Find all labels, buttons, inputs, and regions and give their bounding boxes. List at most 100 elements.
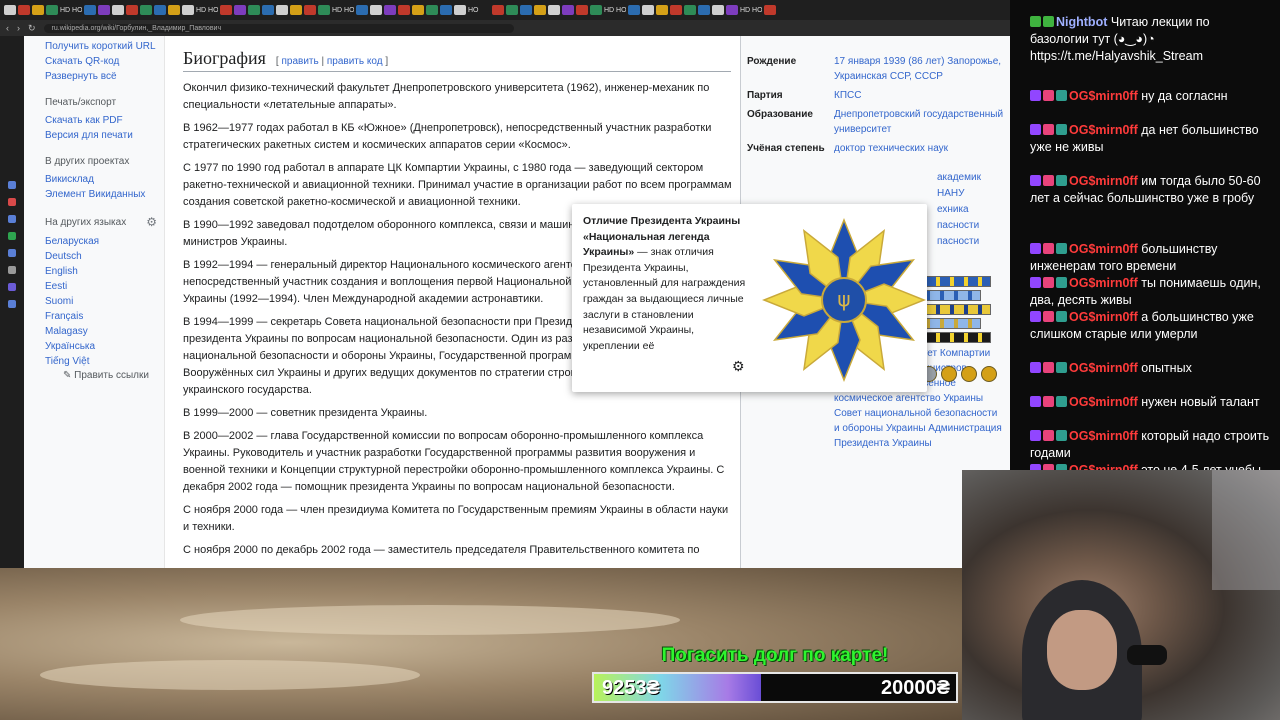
- side-app-icon[interactable]: [8, 300, 16, 308]
- side-app-icon[interactable]: [8, 283, 16, 291]
- infobox-partial-line[interactable]: пасности: [937, 234, 1010, 250]
- tab-favicon[interactable]: [46, 5, 58, 15]
- chat-username[interactable]: Nightbot: [1056, 15, 1107, 29]
- infobox-value[interactable]: Днепропетровский государственный универс…: [834, 107, 1004, 137]
- tab-favicon[interactable]: [764, 5, 776, 15]
- tab-favicon[interactable]: [726, 5, 738, 15]
- tab-favicon[interactable]: [384, 5, 396, 15]
- infobox-partial-line[interactable]: ехника: [937, 202, 1010, 218]
- chat-username[interactable]: OG$mirn0ff: [1069, 361, 1138, 375]
- edit-code-link[interactable]: править код: [327, 56, 383, 67]
- tab-favicon[interactable]: [154, 5, 166, 15]
- tab-favicon[interactable]: [454, 5, 466, 15]
- language-link[interactable]: English: [45, 265, 164, 278]
- tab-favicon[interactable]: [576, 5, 588, 15]
- url-field[interactable]: ru.wikipedia.org/wiki/Горбулин,_Владимир…: [43, 23, 514, 33]
- tab-favicon[interactable]: [318, 5, 330, 15]
- tab-favicon[interactable]: [440, 5, 452, 15]
- tab-label[interactable]: HD HO: [740, 7, 762, 14]
- chat-username[interactable]: OG$mirn0ff: [1069, 174, 1138, 188]
- medal-icon[interactable]: [941, 366, 957, 382]
- tab-favicon[interactable]: [4, 5, 16, 15]
- link-preview-popup[interactable]: Отличие Президента Украины «Национальная…: [572, 204, 927, 392]
- medal-icon[interactable]: [961, 366, 977, 382]
- side-app-icon[interactable]: [8, 215, 16, 223]
- tab-favicon[interactable]: [356, 5, 368, 15]
- tab-favicon[interactable]: [656, 5, 668, 15]
- tab-favicon[interactable]: [670, 5, 682, 15]
- sidebar-project-link[interactable]: Викисклад: [45, 173, 164, 186]
- tab-favicon[interactable]: [590, 5, 602, 15]
- tab-favicon[interactable]: [248, 5, 260, 15]
- tab-favicon[interactable]: [684, 5, 696, 15]
- tab-label[interactable]: HO: [468, 7, 490, 14]
- side-app-icon[interactable]: [8, 232, 16, 240]
- language-link[interactable]: Deutsch: [45, 250, 164, 263]
- language-link[interactable]: Tiếng Việt: [45, 355, 164, 368]
- popup-settings-gear-icon[interactable]: ⚙: [732, 358, 745, 375]
- side-app-icon[interactable]: [8, 249, 16, 257]
- infobox-value[interactable]: 17 января 1939 (86 лет) Запорожье, Украи…: [834, 54, 1004, 84]
- chat-username[interactable]: OG$mirn0ff: [1069, 395, 1138, 409]
- tab-favicon[interactable]: [628, 5, 640, 15]
- tab-favicon[interactable]: [182, 5, 194, 15]
- language-link[interactable]: Беларуская: [45, 235, 164, 248]
- tab-favicon[interactable]: [562, 5, 574, 15]
- tab-favicon[interactable]: [304, 5, 316, 15]
- chat-username[interactable]: OG$mirn0ff: [1069, 123, 1138, 137]
- tab-favicon[interactable]: [370, 5, 382, 15]
- reload-icon[interactable]: ↻: [28, 23, 36, 34]
- tab-favicon[interactable]: [140, 5, 152, 15]
- tab-favicon[interactable]: [398, 5, 410, 15]
- tab-favicon[interactable]: [698, 5, 710, 15]
- tab-strip[interactable]: HD HO HD HO HD HO HO HD HO HD HO: [0, 0, 1010, 20]
- tab-label[interactable]: HD HO: [332, 7, 354, 14]
- edit-link[interactable]: править: [281, 56, 318, 67]
- language-link[interactable]: Français: [45, 310, 164, 323]
- tab-favicon[interactable]: [220, 5, 232, 15]
- language-link[interactable]: Malagasy: [45, 325, 164, 338]
- chat-username[interactable]: OG$mirn0ff: [1069, 276, 1138, 290]
- tab-favicon[interactable]: [506, 5, 518, 15]
- side-app-icon[interactable]: [8, 181, 16, 189]
- edit-links-link[interactable]: ✎ Править ссылки: [63, 370, 164, 381]
- tab-favicon[interactable]: [262, 5, 274, 15]
- chat-username[interactable]: OG$mirn0ff: [1069, 89, 1138, 103]
- tab-favicon[interactable]: [126, 5, 138, 15]
- tab-favicon[interactable]: [32, 5, 44, 15]
- infobox-partial-line[interactable]: академик НАНУ: [937, 170, 1010, 202]
- tab-favicon[interactable]: [276, 5, 288, 15]
- infobox-value[interactable]: КПСС: [834, 88, 861, 103]
- tab-favicon[interactable]: [712, 5, 724, 15]
- sidebar-project-link[interactable]: Элемент Викиданных: [45, 188, 164, 201]
- tab-favicon[interactable]: [168, 5, 180, 15]
- tab-favicon[interactable]: [426, 5, 438, 15]
- language-link[interactable]: Українська: [45, 340, 164, 353]
- tab-favicon[interactable]: [534, 5, 546, 15]
- tab-favicon[interactable]: [18, 5, 30, 15]
- tab-favicon[interactable]: [520, 5, 532, 15]
- sidebar-print-link[interactable]: Скачать как PDF: [45, 114, 164, 127]
- tab-favicon[interactable]: [290, 5, 302, 15]
- tab-favicon[interactable]: [412, 5, 424, 15]
- tab-favicon[interactable]: [548, 5, 560, 15]
- infobox-partial-line[interactable]: пасности: [937, 218, 1010, 234]
- medal-icon[interactable]: [981, 366, 997, 382]
- chat-username[interactable]: OG$mirn0ff: [1069, 242, 1138, 256]
- forward-icon[interactable]: ›: [17, 23, 20, 33]
- tab-label[interactable]: HD HO: [60, 7, 82, 14]
- language-link[interactable]: Suomi: [45, 295, 164, 308]
- language-link[interactable]: Eesti: [45, 280, 164, 293]
- back-icon[interactable]: ‹: [6, 23, 9, 33]
- side-app-icon[interactable]: [8, 198, 16, 206]
- sidebar-tool-link[interactable]: Скачать QR-код: [45, 55, 164, 68]
- sidebar-print-link[interactable]: Версия для печати: [45, 129, 164, 142]
- chat-username[interactable]: OG$mirn0ff: [1069, 429, 1138, 443]
- sidebar-tool-link[interactable]: Развернуть всё: [45, 70, 164, 83]
- tab-label[interactable]: HD HO: [196, 7, 218, 14]
- tab-favicon[interactable]: [84, 5, 96, 15]
- tab-label[interactable]: HD HO: [604, 7, 626, 14]
- infobox-value[interactable]: доктор технических наук: [834, 141, 948, 156]
- sidebar-tool-link[interactable]: Получить короткий URL: [45, 40, 164, 53]
- side-app-icon[interactable]: [8, 266, 16, 274]
